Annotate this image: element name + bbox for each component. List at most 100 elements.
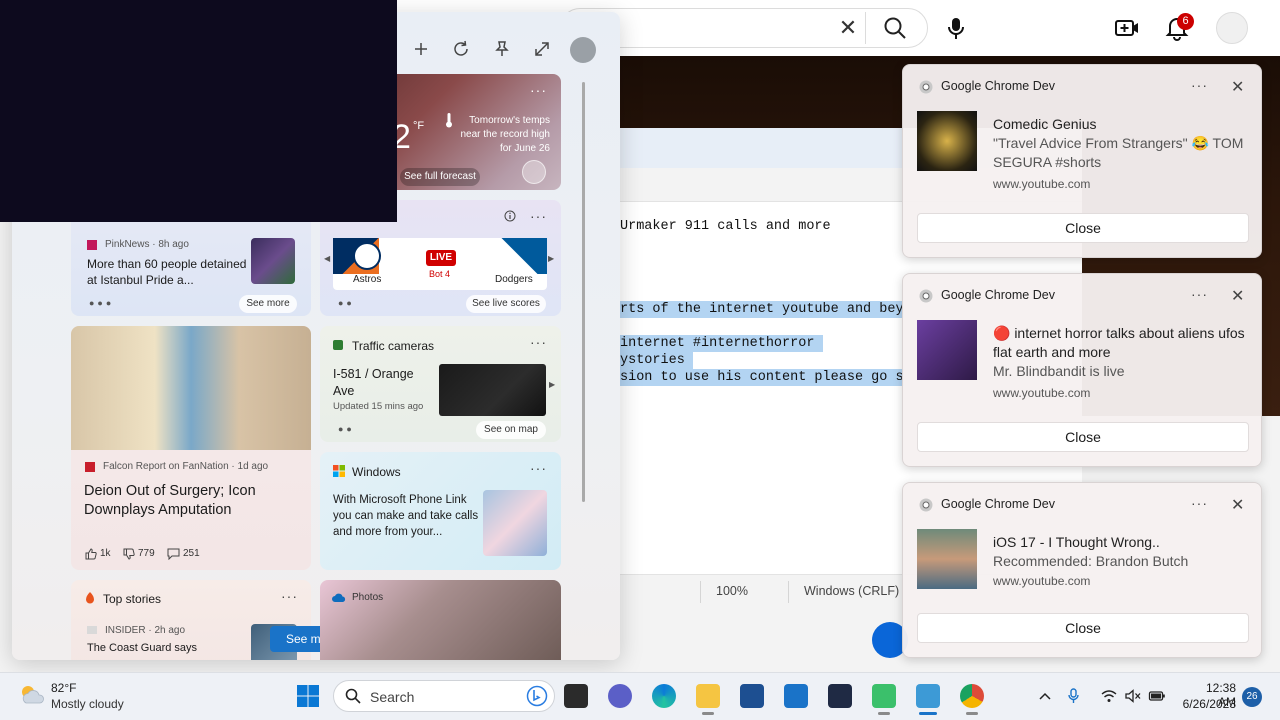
battery-icon[interactable] [1148, 687, 1166, 705]
wifi-icon[interactable] [1100, 687, 1118, 705]
microphone-icon[interactable] [944, 14, 968, 42]
line-ending[interactable]: Windows (CRLF) [804, 584, 899, 598]
profile-avatar[interactable] [570, 37, 596, 63]
notification-body: Recommended: Brandon Butch [993, 553, 1189, 569]
close-icon[interactable]: ✕ [1231, 286, 1244, 306]
score-panel[interactable]: Astros Dodgers LIVE Bot 4 [333, 238, 547, 290]
news-headline[interactable]: The Coast Guard says [87, 642, 197, 654]
add-widget-icon[interactable] [410, 38, 432, 60]
news-headline[interactable]: Deion Out of Surgery; Icon Downplays Amp… [84, 482, 294, 520]
traffic-camera-image[interactable] [439, 364, 546, 416]
scroll-right-icon[interactable]: ▶ [548, 254, 554, 263]
widgets-scrollbar[interactable] [582, 82, 585, 502]
photos-card[interactable]: Photos [320, 580, 561, 660]
video-overlay [0, 0, 397, 222]
see-full-forecast-button[interactable]: See full forecast [400, 168, 480, 186]
traffic-cameras-card[interactable]: Traffic cameras ··· I-581 / Orange Ave U… [320, 326, 561, 442]
notification-toast[interactable]: Google Chrome Dev ··· ✕ Comedic Genius "… [902, 64, 1262, 258]
terminal-app-icon[interactable] [872, 684, 896, 708]
astros-star-icon [353, 242, 381, 270]
notepad-icon[interactable] [916, 684, 940, 708]
weather-alert: Tomorrow's temps near the record high fo… [440, 114, 550, 156]
notification-center-badge[interactable]: 26 [1242, 687, 1262, 707]
scroll-right-icon[interactable]: ▶ [549, 380, 555, 389]
create-video-icon[interactable] [1114, 16, 1140, 40]
news-source: Falcon Report on FanNation · 1d ago [103, 461, 269, 472]
more-options-icon[interactable]: ··· [1191, 77, 1208, 93]
close-button[interactable]: Close [917, 613, 1249, 643]
start-menu-icon[interactable] [296, 684, 320, 708]
more-options-icon[interactable]: ··· [530, 208, 547, 224]
channel-thumbnail [917, 529, 977, 589]
info-icon[interactable] [504, 210, 516, 222]
text-line: internet #internethorror [620, 335, 823, 352]
notification-text: iOS 17 - I Thought Wrong.. Recommended: … [993, 533, 1255, 571]
comment-icon[interactable] [167, 548, 180, 560]
bing-chat-icon[interactable] [526, 685, 548, 707]
scroll-left-icon[interactable]: ◀ [324, 254, 330, 263]
weather-temperature[interactable]: 82°F [51, 681, 76, 695]
falcon-report-card[interactable]: Falcon Report on FanNation · 1d ago Deio… [71, 326, 311, 570]
close-icon[interactable]: ✕ [1231, 77, 1244, 97]
news-thumbnail[interactable] [251, 238, 295, 284]
dev-app-icon[interactable] [828, 684, 852, 708]
taskbar-search-box[interactable] [333, 680, 555, 712]
promo-text[interactable]: With Microsoft Phone Link you can make a… [333, 492, 481, 540]
taskbar-search-label: Search [370, 689, 415, 705]
windows-card[interactable]: Windows ··· With Microsoft Phone Link yo… [320, 452, 561, 570]
close-button[interactable]: Close [917, 213, 1249, 243]
like-icon[interactable] [85, 548, 97, 560]
weather-avatar-icon[interactable] [522, 160, 546, 184]
microsoft-store-icon[interactable] [740, 684, 764, 708]
pager-dots[interactable]: ●● [338, 298, 355, 308]
notification-toast[interactable]: Google Chrome Dev ··· ✕ 🔴 internet horro… [902, 273, 1262, 467]
pinknews-logo-icon [87, 240, 97, 250]
see-live-scores-button[interactable]: See live scores [466, 295, 546, 313]
clock-date[interactable]: 6/26/2023 [1176, 697, 1236, 711]
mail-icon[interactable] [784, 684, 808, 708]
notification-app-name: Google Chrome Dev [941, 79, 1055, 93]
like-count: 1k [100, 548, 111, 559]
notification-toast[interactable]: Google Chrome Dev ··· ✕ iOS 17 - I Thoug… [902, 482, 1262, 658]
task-view-icon[interactable] [564, 684, 588, 708]
more-options-icon[interactable]: ··· [530, 334, 547, 350]
more-options-icon[interactable]: ··· [530, 460, 547, 476]
clear-search-icon[interactable]: ✕ [836, 16, 860, 40]
news-headline[interactable]: More than 60 people detained at Istanbul… [87, 256, 247, 288]
refresh-icon[interactable] [450, 38, 472, 60]
more-options-icon[interactable]: ··· [281, 588, 298, 604]
zoom-level[interactable]: 100% [716, 584, 748, 598]
chrome-dev-icon [919, 289, 933, 303]
taskbar [0, 672, 1280, 720]
pager-dots[interactable]: ●● [338, 424, 355, 434]
camera-location[interactable]: I-581 / Orange Ave [333, 366, 433, 400]
teams-chat-icon[interactable] [608, 684, 632, 708]
show-hidden-icons-chevron-icon[interactable] [1036, 687, 1054, 705]
volume-muted-icon[interactable] [1124, 687, 1142, 705]
close-button[interactable]: Close [917, 422, 1249, 452]
chrome-dev-taskbar-icon[interactable] [960, 684, 984, 708]
pager-dots[interactable]: ●●● [89, 298, 114, 308]
notification-app-name: Google Chrome Dev [941, 497, 1055, 511]
close-icon[interactable]: ✕ [1231, 495, 1244, 515]
account-avatar[interactable] [1216, 12, 1248, 44]
story-image[interactable] [71, 326, 311, 450]
traffic-camera-icon [333, 340, 343, 350]
alert-line: near the record high [460, 129, 550, 140]
search-icon [345, 688, 361, 704]
edge-browser-icon[interactable] [652, 684, 676, 708]
partly-cloudy-icon[interactable] [18, 681, 46, 709]
pin-widget-icon[interactable] [491, 38, 513, 60]
more-options-icon[interactable]: ··· [1191, 286, 1208, 302]
more-options-icon[interactable]: ··· [1191, 495, 1208, 511]
file-explorer-icon[interactable] [696, 684, 720, 708]
see-on-map-button[interactable]: See on map [476, 421, 546, 439]
dislike-icon[interactable] [123, 548, 135, 560]
weather-condition[interactable]: Mostly cloudy [51, 697, 124, 711]
search-icon[interactable] [880, 14, 910, 42]
more-options-icon[interactable]: ··· [530, 82, 547, 98]
expand-icon[interactable] [531, 38, 553, 60]
language-input-icon[interactable] [1066, 687, 1084, 705]
phone-link-image[interactable] [483, 490, 547, 556]
see-more-button[interactable]: See more [239, 295, 297, 313]
